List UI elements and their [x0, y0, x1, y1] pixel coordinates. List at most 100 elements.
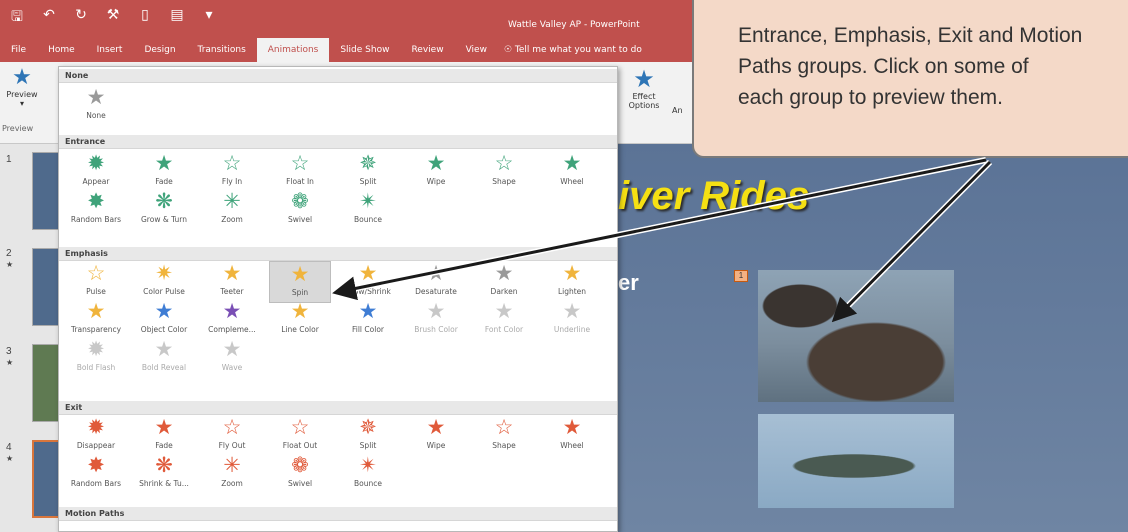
effect-zoom[interactable]: ✳ Zoom	[201, 453, 263, 495]
open-folder-icon[interactable]: ▤	[168, 6, 186, 30]
effect-object-color[interactable]: ★ Object Color	[133, 299, 195, 341]
effect-random-bars[interactable]: ✸ Random Bars	[65, 453, 127, 495]
effect-fade[interactable]: ★ Fade	[133, 415, 195, 457]
effect-darken[interactable]: ★ Darken	[473, 261, 535, 303]
effect-compleme[interactable]: ★ Compleme...	[201, 299, 263, 341]
effect-fly-out[interactable]: ☆ Fly Out	[201, 415, 263, 457]
tab-slide-show[interactable]: Slide Show	[329, 38, 400, 62]
effect-label: Split	[359, 177, 377, 186]
tab-home[interactable]: Home	[37, 38, 86, 62]
effect-wheel[interactable]: ★ Wheel	[541, 151, 603, 193]
effect-font-color[interactable]: ★ Font Color	[473, 299, 535, 341]
effect-swivel[interactable]: ❁ Swivel	[269, 453, 331, 495]
effect-fly-in[interactable]: ☆ Fly In	[201, 151, 263, 193]
slide-body-text[interactable]: er	[618, 270, 639, 296]
animation-star-icon: ★	[358, 262, 378, 285]
effect-line-color[interactable]: ★ Line Color	[269, 299, 331, 341]
animation-star-icon: ☆	[494, 152, 514, 175]
new-file-icon[interactable]: ▯	[136, 6, 154, 30]
effect-none[interactable]: ★ None	[65, 85, 127, 127]
slide-canvas[interactable]: iver Rides er 1	[618, 144, 1128, 532]
animation-star-icon: ✹	[87, 416, 105, 439]
animation-star-icon: ✹	[87, 338, 105, 361]
effect-label: Line Color	[281, 325, 319, 334]
effect-label: Underline	[553, 325, 591, 334]
effect-float-out[interactable]: ☆ Float Out	[269, 415, 331, 457]
effect-label: Transparency	[70, 325, 122, 334]
effect-label: Fade	[155, 441, 173, 450]
effect-zoom[interactable]: ✳ Zoom	[201, 189, 263, 231]
undo-icon[interactable]: ↶	[40, 6, 58, 30]
effect-wipe[interactable]: ★ Wipe	[405, 151, 467, 193]
effect-lighten[interactable]: ★ Lighten	[541, 261, 603, 303]
effect-options-button[interactable]: ★ Effect Options	[620, 66, 668, 110]
preview-button[interactable]: ★ Preview ▾	[2, 66, 42, 109]
thumbnail-animation-star: ★	[6, 454, 14, 463]
effect-label: Wipe	[426, 177, 446, 186]
effect-teeter[interactable]: ★ Teeter	[201, 261, 263, 303]
format-painter-icon[interactable]: ⚒	[104, 6, 122, 30]
preview-group-label: Preview	[2, 124, 34, 133]
slide-title[interactable]: iver Rides	[618, 174, 809, 219]
effect-wipe[interactable]: ★ Wipe	[405, 415, 467, 457]
effect-brush-color[interactable]: ★ Brush Color	[405, 299, 467, 341]
effect-split[interactable]: ✵ Split	[337, 151, 399, 193]
effect-grow-shrink[interactable]: ★ Grow/Shrink	[337, 261, 399, 303]
effect-bounce[interactable]: ✴ Bounce	[337, 189, 399, 231]
customize-qat-icon[interactable]: ▾	[200, 6, 218, 30]
effect-random-bars[interactable]: ✸ Random Bars	[65, 189, 127, 231]
slide-thumbnail-selected[interactable]	[32, 440, 60, 518]
animation-star-icon: ★	[562, 152, 582, 175]
tab-insert[interactable]: Insert	[86, 38, 134, 62]
effect-color-pulse[interactable]: ✷ Color Pulse	[133, 261, 195, 303]
effect-desaturate[interactable]: ★ Desaturate	[405, 261, 467, 303]
effect-wave[interactable]: ★ Wave	[201, 337, 263, 379]
animation-star-icon: ☆	[290, 152, 310, 175]
tab-animations[interactable]: Animations	[256, 38, 330, 62]
effect-label: Fill Color	[352, 325, 384, 334]
tab-view[interactable]: View	[455, 38, 498, 62]
tab-design[interactable]: Design	[133, 38, 186, 62]
hippo-photo[interactable]	[758, 270, 954, 402]
effect-shrink-tu[interactable]: ❋ Shrink & Tu...	[133, 453, 195, 495]
effect-spin[interactable]: ★ Spin	[269, 261, 331, 303]
effect-split[interactable]: ✵ Split	[337, 415, 399, 457]
effect-float-in[interactable]: ☆ Float In	[269, 151, 331, 193]
effect-disappear[interactable]: ✹ Disappear	[65, 415, 127, 457]
effect-pulse[interactable]: ☆ Pulse	[65, 261, 127, 303]
effect-label: Bounce	[354, 215, 382, 224]
effect-bold-flash[interactable]: ✹ Bold Flash	[65, 337, 127, 379]
animation-star-icon: ☆	[222, 152, 242, 175]
effect-swivel[interactable]: ❁ Swivel	[269, 189, 331, 231]
slide-thumbnail[interactable]	[32, 248, 60, 326]
effect-wheel[interactable]: ★ Wheel	[541, 415, 603, 457]
effect-underline[interactable]: ★ Underline	[541, 299, 603, 341]
effect-label: Bold Reveal	[141, 363, 187, 372]
animation-star-icon: ✸	[87, 454, 105, 477]
effect-transparency[interactable]: ★ Transparency	[65, 299, 127, 341]
effect-grow-turn[interactable]: ❋ Grow & Turn	[133, 189, 195, 231]
effect-appear[interactable]: ✹ Appear	[65, 151, 127, 193]
slide-thumbnail[interactable]	[32, 344, 60, 422]
effect-bold-reveal[interactable]: ★ Bold Reveal	[133, 337, 195, 379]
effect-shape[interactable]: ☆ Shape	[473, 415, 535, 457]
redo-icon[interactable]: ↻	[72, 6, 90, 30]
tab-review[interactable]: Review	[400, 38, 454, 62]
crocodile-photo[interactable]	[758, 414, 954, 508]
tab-file[interactable]: File	[0, 38, 37, 62]
effect-label: Desaturate	[415, 287, 457, 296]
effect-bounce[interactable]: ✴ Bounce	[337, 453, 399, 495]
tell-me-search[interactable]: ☉ Tell me what you want to do	[498, 38, 642, 62]
effect-label: Spin	[291, 288, 309, 297]
tab-transitions[interactable]: Transitions	[187, 38, 257, 62]
animation-star-icon: ★	[562, 416, 582, 439]
slide-thumbnail[interactable]	[32, 152, 60, 230]
effect-fill-color[interactable]: ★ Fill Color	[337, 299, 399, 341]
effect-fade[interactable]: ★ Fade	[133, 151, 195, 193]
effect-label: Zoom	[221, 215, 243, 224]
save-icon[interactable]: 🖫	[8, 6, 26, 30]
thumbnail-number: 2	[6, 248, 12, 259]
effect-label: Fly In	[221, 177, 243, 186]
animation-order-marker[interactable]: 1	[734, 270, 748, 282]
effect-shape[interactable]: ☆ Shape	[473, 151, 535, 193]
